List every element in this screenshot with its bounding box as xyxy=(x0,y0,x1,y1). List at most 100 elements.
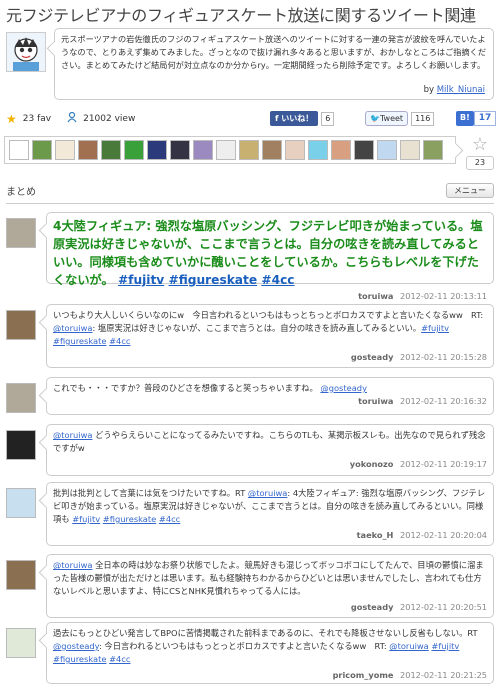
tweet-meta: toruiwa 2012-02-11 20:13:11 xyxy=(53,291,487,301)
fav-user-avatar[interactable] xyxy=(193,140,213,160)
fav-count: 23 fav xyxy=(22,114,52,124)
menu-button[interactable]: メニュー xyxy=(446,183,494,198)
tweet-time[interactable]: 2012-02-11 20:19:17 xyxy=(400,459,487,469)
tweet-bubble: 過去にもっとひどい発言してBPOに苦情掲載された前科まであるのに、それでも降板さ… xyxy=(46,622,494,684)
tweet-button[interactable]: 🐦Tweet xyxy=(365,111,409,126)
hashtag-link[interactable]: #figureskate xyxy=(169,273,258,287)
like-button[interactable]: f いいね！ xyxy=(270,111,319,126)
fav-user-avatar[interactable] xyxy=(423,140,443,160)
tweet-bubble: @toruiwa 全日本の時は妙なお祭り状態でしたよ。競馬好きも混じってボッコボ… xyxy=(46,554,494,618)
fav-user-avatar[interactable] xyxy=(377,140,397,160)
tweet-text: 批判は批判として言葉には気をつけたいですね。RT @toruiwa: 4大陸フィ… xyxy=(53,487,487,526)
tweet-text: @toruiwa 全日本の時は妙なお祭り状態でしたよ。競馬好きも混じってボッコボ… xyxy=(53,559,487,598)
hashtag-link[interactable]: #figureskate xyxy=(53,654,106,664)
tweet-user[interactable]: toruiwa xyxy=(358,291,393,301)
avatar[interactable] xyxy=(6,383,36,413)
tweet-user[interactable]: toruiwa xyxy=(358,396,393,406)
tweet-text: これでも・・・ですか？普段のひどさを想像すると笑っちゃいますね。 @gostea… xyxy=(53,382,487,395)
fav-user-avatar[interactable] xyxy=(32,140,52,160)
author-link[interactable]: Milk_Niunai xyxy=(437,85,485,95)
hashtag-link[interactable]: #4cc xyxy=(109,336,130,346)
author-byline: by Milk_Niunai xyxy=(424,85,485,95)
fav-star-widget[interactable]: ☆ 23 xyxy=(466,136,494,170)
hashtag-link[interactable]: #fujitv xyxy=(72,514,100,524)
mention-link[interactable]: @toruiwa xyxy=(53,560,92,570)
tweet-time[interactable]: 2012-02-11 20:20:04 xyxy=(400,530,487,540)
tweet-meta: pricom_yome 2012-02-11 20:21:25 xyxy=(53,670,487,680)
hashtag-link[interactable]: #figureskate xyxy=(103,514,156,524)
fav-user-avatar[interactable] xyxy=(55,140,75,160)
tweet-bubble: 批判は批判として言葉には気をつけたいですね。RT @toruiwa: 4大陸フィ… xyxy=(46,482,494,546)
twitter-bird-icon: 🐦 xyxy=(370,114,380,123)
fav-user-avatar[interactable] xyxy=(78,140,98,160)
hatena-count: 17 xyxy=(473,111,497,126)
tweet-user[interactable]: gosteady xyxy=(351,602,394,612)
divider xyxy=(6,203,494,204)
facebook-like[interactable]: f いいね！ 6 xyxy=(270,111,335,126)
fav-user-avatar[interactable] xyxy=(147,140,167,160)
favorited-users xyxy=(4,136,456,164)
tweet-bubble: これでも・・・ですか？普段のひどさを想像すると笑っちゃいますね。 @gostea… xyxy=(46,377,494,415)
fav-user-avatar[interactable] xyxy=(285,140,305,160)
hashtag-link[interactable]: #4cc xyxy=(159,514,180,524)
tweet-text: @toruiwa どうやらえらいことになってるみたいですね。こちらのTLも、某掲… xyxy=(53,429,487,455)
hashtag-link[interactable]: #fujitv xyxy=(421,323,449,333)
fav-user-avatar[interactable] xyxy=(9,140,29,160)
fav-user-avatar[interactable] xyxy=(262,140,282,160)
avatar[interactable] xyxy=(6,218,36,248)
mention-link[interactable]: @toruiwa xyxy=(389,641,428,651)
tweet-user[interactable]: pricom_yome xyxy=(333,670,394,680)
view-count: 21002 view xyxy=(83,114,136,124)
tweet-meta: gosteady 2012-02-11 20:15:28 xyxy=(53,352,487,362)
tweet-text: 過去にもっとひどい発言してBPOに苦情掲載された前科まであるのに、それでも降板さ… xyxy=(53,627,487,666)
fav-user-avatar[interactable] xyxy=(308,140,328,160)
fav-user-avatar[interactable] xyxy=(124,140,144,160)
hashtag-link[interactable]: #figureskate xyxy=(53,336,106,346)
avatar[interactable] xyxy=(6,310,36,340)
mention-link[interactable]: @toruiwa xyxy=(248,488,287,498)
avatar[interactable] xyxy=(6,628,36,658)
fav-star-icon[interactable]: ☆ xyxy=(466,136,494,154)
tweet-user[interactable]: gosteady xyxy=(351,352,394,362)
fav-user-avatar[interactable] xyxy=(400,140,420,160)
fav-user-avatar[interactable] xyxy=(331,140,351,160)
hatena-bookmark[interactable]: B! 17 xyxy=(456,111,497,126)
tweet-time[interactable]: 2012-02-11 20:21:25 xyxy=(400,670,487,680)
tweet-bubble: いつもより大人しいくらいなのにw 今日言われるといつもはもっとちっとボロカスです… xyxy=(46,304,494,368)
hashtag-link[interactable]: #4cc xyxy=(261,273,294,287)
mention-link[interactable]: @toruiwa xyxy=(53,430,92,440)
fav-user-avatar[interactable] xyxy=(239,140,259,160)
fav-user-avatar[interactable] xyxy=(101,140,121,160)
author-avatar[interactable] xyxy=(6,32,46,72)
tweet-share[interactable]: 🐦Tweet 116 xyxy=(365,111,435,126)
tweet-bubble: @toruiwa どうやらえらいことになってるみたいですね。こちらのTLも、某掲… xyxy=(46,424,494,476)
like-count: 6 xyxy=(321,111,335,126)
tweet-time[interactable]: 2012-02-11 20:16:32 xyxy=(400,396,487,406)
tweet-meta: yokonozo 2012-02-11 20:19:17 xyxy=(53,459,487,469)
tweet-user[interactable]: yokonozo xyxy=(350,459,394,469)
avatar[interactable] xyxy=(6,488,36,518)
hashtag-link[interactable]: #4cc xyxy=(109,654,130,664)
tweet-time[interactable]: 2012-02-11 20:15:28 xyxy=(400,352,487,362)
hashtag-link[interactable]: #fujitv xyxy=(431,641,459,651)
page-title: 元フジテレビアナのフィギュアスケート放送に関するツイート関連 xyxy=(6,6,476,25)
mention-link[interactable]: @gosteady xyxy=(53,641,99,651)
tweet-text-segment: 全日本の時は妙なお祭り状態でしたよ。競馬好きも混じってボッコボコにしてたんで、目… xyxy=(53,560,484,596)
hatena-button[interactable]: B! xyxy=(456,111,474,126)
stats-bar: ★ 23 fav 21002 view xyxy=(6,110,135,128)
tweet-time[interactable]: 2012-02-11 20:13:11 xyxy=(400,291,487,301)
avatar[interactable] xyxy=(6,430,36,460)
hashtag-link[interactable]: #fujitv xyxy=(118,273,164,287)
avatar[interactable] xyxy=(6,560,36,590)
fav-user-avatar[interactable] xyxy=(354,140,374,160)
tweet-time[interactable]: 2012-02-11 20:20:51 xyxy=(400,602,487,612)
section-title: まとめ xyxy=(6,187,36,198)
mention-link[interactable]: @toruiwa xyxy=(53,323,92,333)
description-box: 元スポーツアナの岩佐徹氏のフジのフィギュアスケート放送へのツイートに対する一連の… xyxy=(54,28,494,100)
tweet-bubble: 4大陸フィギュア: 強烈な塩原バッシング、フジテレビ叩きが始まっている。塩原実況… xyxy=(46,212,494,301)
mention-link[interactable]: @gosteady xyxy=(320,383,367,393)
tweet-user[interactable]: taeko_H xyxy=(357,530,394,540)
fav-user-avatar[interactable] xyxy=(216,140,236,160)
fav-user-avatar[interactable] xyxy=(170,140,190,160)
tweet-text-segment: どうやらえらいことになってるみたいですね。こちらのTLも、某掲示板スレも。出先な… xyxy=(53,430,486,453)
